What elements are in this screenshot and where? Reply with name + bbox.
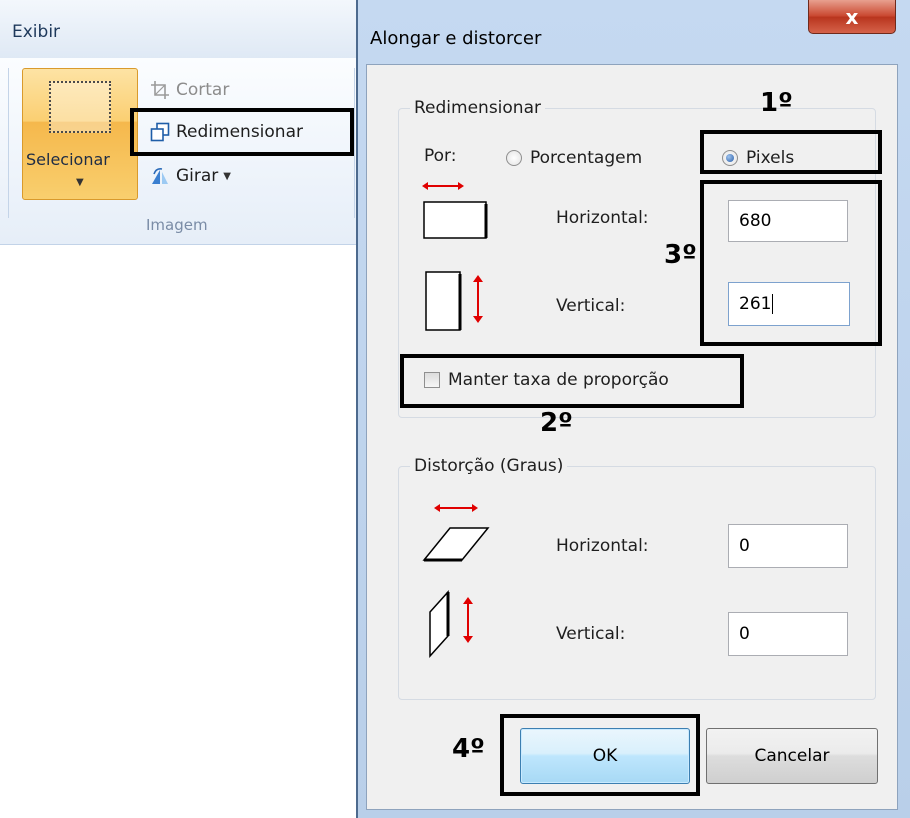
annotation-step-2: 2º [540,408,573,438]
annotation-box-pixels [700,130,882,174]
crop-label: Cortar [176,80,230,100]
vertical-skew-icon [426,590,488,660]
resize-by-label: Por: [424,146,457,166]
annotation-box-keep-ratio [400,354,744,408]
skew-vertical-value: 0 [739,624,750,644]
tab-exibir[interactable]: Exibir [12,22,60,42]
select-button[interactable]: Selecionar ▼ [22,68,138,200]
annotation-box-dimensions [700,180,882,346]
annotation-step-3: 3º [664,240,697,270]
close-icon: x [845,4,859,29]
ribbon-group-label: Imagem [146,216,208,234]
resize-horizontal-label: Horizontal: [556,208,649,228]
cancel-label: Cancelar [754,746,830,766]
rotate-icon [150,166,170,186]
skew-horizontal-value: 0 [739,536,750,556]
radio-percent-indicator[interactable] [506,150,522,166]
resize-vertical-label: Vertical: [556,296,626,316]
crop-button[interactable]: Cortar [150,78,229,102]
horizontal-resize-icon [418,178,490,242]
horizontal-skew-icon [418,500,490,566]
skew-vertical-input[interactable]: 0 [728,612,848,656]
group-divider [354,68,355,218]
skew-horizontal-label: Horizontal: [556,536,649,556]
vertical-resize-icon [422,270,488,334]
selection-rectangle-icon [49,81,111,133]
resize-group-legend: Redimensionar [410,98,545,118]
close-button[interactable]: x [808,0,896,34]
skew-horizontal-input[interactable]: 0 [728,524,848,568]
annotation-step-4: 4º [452,734,485,764]
select-button-label: Selecionar [26,150,110,169]
group-divider [8,68,9,218]
cancel-button[interactable]: Cancelar [706,728,878,784]
skew-vertical-label: Vertical: [556,624,626,644]
skew-group-legend: Distorção (Graus) [410,456,568,476]
rotate-label: Girar [176,166,219,186]
annotation-box-resize [130,108,354,156]
chevron-down-icon: ▼ [76,177,84,188]
chevron-down-icon: ▼ [223,170,231,182]
rotate-button[interactable]: Girar ▼ [150,164,231,188]
annotation-box-ok [500,714,700,796]
radio-percent[interactable]: Porcentagem [506,146,642,170]
crop-icon [150,80,170,100]
annotation-step-1: 1º [760,88,793,118]
dialog-title: Alongar e distorcer [370,28,542,49]
radio-percent-label: Porcentagem [530,148,643,168]
